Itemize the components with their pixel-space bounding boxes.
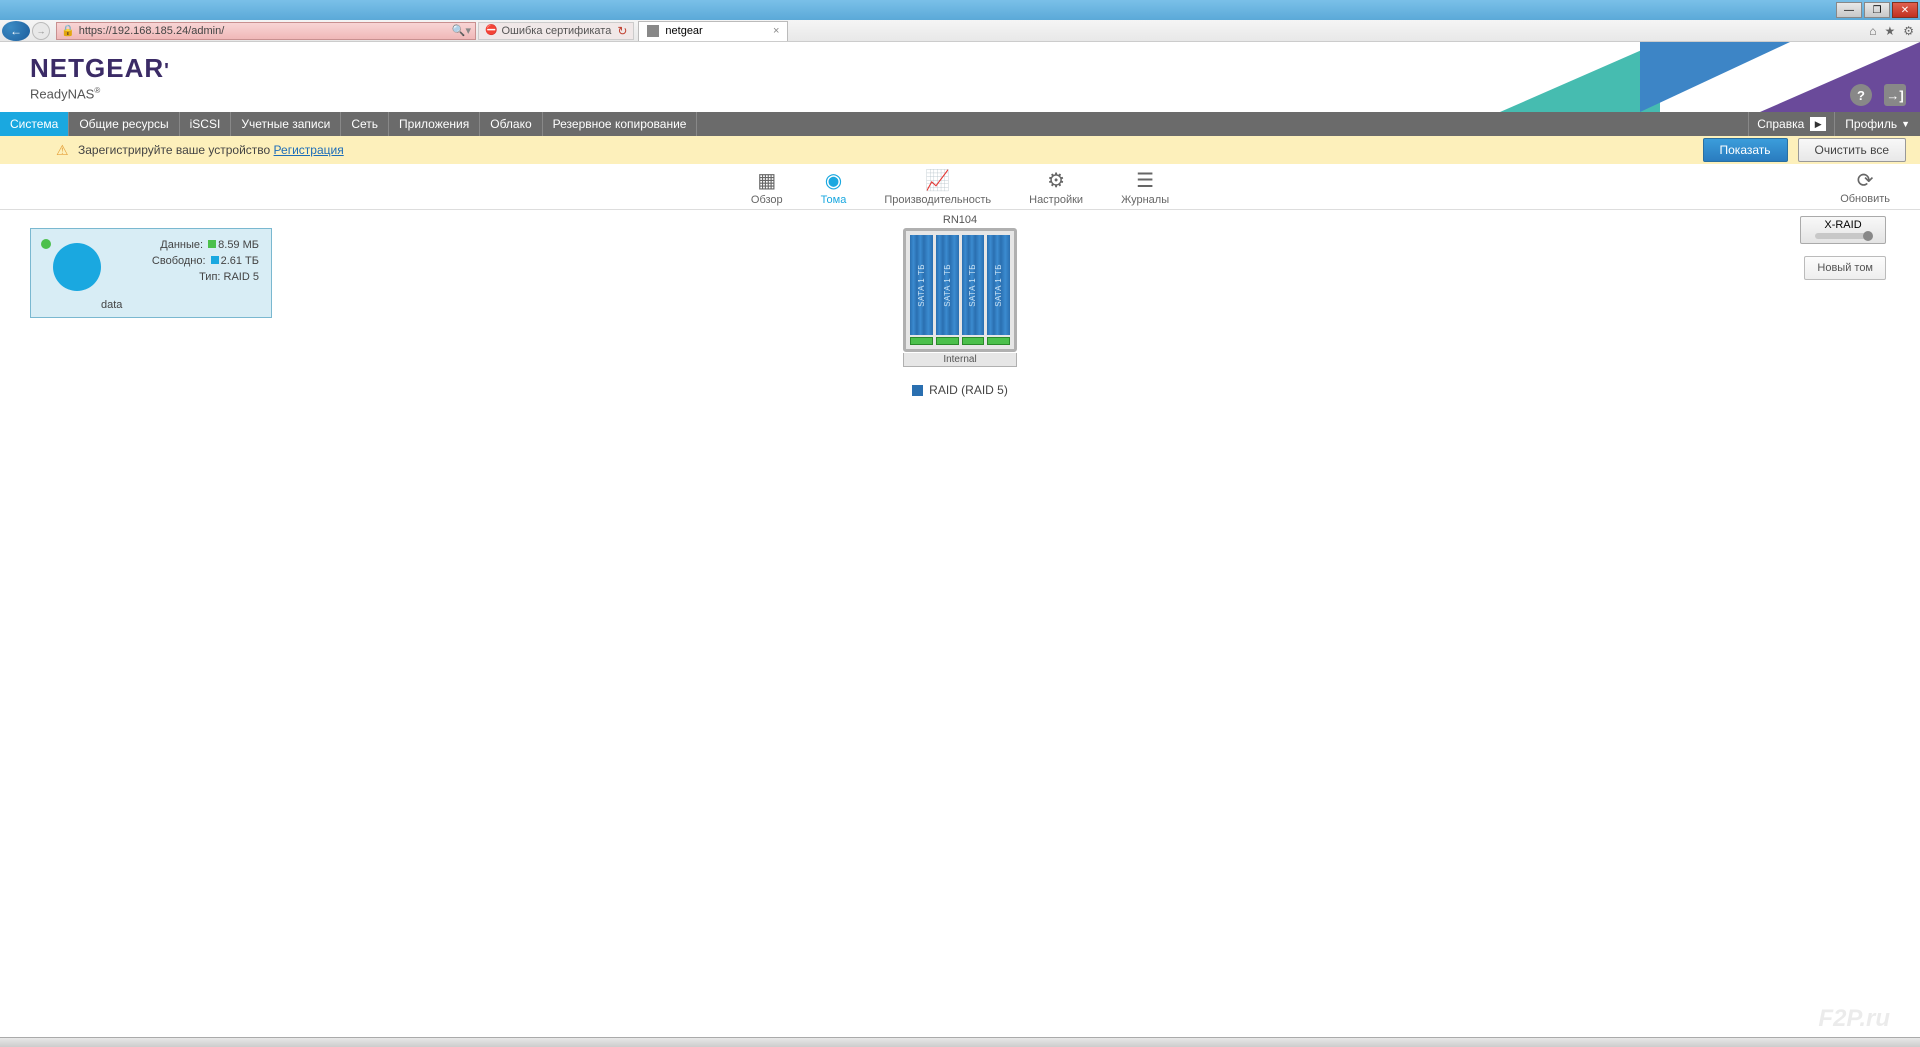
show-button[interactable]: Показать — [1703, 138, 1788, 162]
browser-address-bar[interactable]: 🔒 https://192.168.185.24/admin/ 🔍▾ — [56, 22, 476, 40]
browser-right-icons: ⌂ ★ ⚙ — [1869, 24, 1920, 38]
nav-iscsi[interactable]: iSCSI — [180, 112, 232, 136]
window-minimize-button[interactable]: — — [1836, 2, 1862, 18]
xraid-toggle[interactable]: X-RAID — [1800, 216, 1886, 244]
nav-shares[interactable]: Общие ресурсы — [69, 112, 179, 136]
favorites-icon[interactable]: ★ — [1884, 24, 1895, 38]
header-icons: ? →] — [1850, 84, 1906, 106]
subnav-settings[interactable]: ⚙ Настройки — [1025, 166, 1087, 208]
subnav-performance[interactable]: 📈 Производительность — [880, 166, 995, 208]
notice-bar: ⚠ Зарегистрируйте ваше устройство Регист… — [0, 136, 1920, 164]
device-enclosure: SATA 1 ТБ SATA 1 ТБ SATA 1 ТБ SATA 1 ТБ — [903, 228, 1017, 352]
overview-icon: ▦ — [757, 168, 776, 193]
app-header: NETGEAR' ReadyNAS® ? →] — [0, 42, 1920, 112]
register-link[interactable]: Регистрация — [274, 143, 344, 157]
nav-cloud[interactable]: Облако — [480, 112, 542, 136]
subnav-overview[interactable]: ▦ Обзор — [747, 166, 787, 208]
main-nav: Система Общие ресурсы iSCSI Учетные запи… — [0, 112, 1920, 136]
volume-name: data — [101, 299, 122, 311]
browser-toolbar: ← → 🔒 https://192.168.185.24/admin/ 🔍▾ ⛔… — [0, 20, 1920, 42]
nav-profile[interactable]: Профиль▼ — [1834, 112, 1920, 136]
subnav-refresh[interactable]: ⟳ Обновить — [1840, 168, 1890, 205]
browser-tab[interactable]: netgear × — [638, 21, 788, 41]
brand-logo: NETGEAR' — [30, 53, 170, 84]
refresh-icon: ⟳ — [1857, 168, 1874, 193]
volume-card[interactable]: Данные: 8.59 МБ Свободно: 2.61 ТБ Тип: R… — [30, 228, 272, 318]
cert-error-text: Ошибка сертификата — [501, 25, 611, 37]
performance-icon: 📈 — [925, 168, 950, 193]
drive-slot-1[interactable]: SATA 1 ТБ — [910, 235, 933, 345]
certificate-error-badge[interactable]: ⛔ Ошибка сертификата ↻ — [478, 22, 634, 40]
nav-accounts[interactable]: Учетные записи — [231, 112, 341, 136]
nav-apps[interactable]: Приложения — [389, 112, 480, 136]
browser-forward-button[interactable]: → — [32, 22, 50, 40]
nav-backup[interactable]: Резервное копирование — [543, 112, 698, 136]
logout-icon[interactable]: →] — [1884, 84, 1906, 106]
nav-help[interactable]: Справка▶ — [1748, 112, 1834, 136]
drive-slot-4[interactable]: SATA 1 ТБ — [987, 235, 1010, 345]
notice-text: Зарегистрируйте ваше устройство Регистра… — [78, 143, 344, 157]
url-text: https://192.168.185.24/admin/ — [79, 25, 225, 37]
home-icon[interactable]: ⌂ — [1869, 24, 1876, 38]
tab-title: netgear — [665, 25, 702, 37]
raid-legend: RAID (RAID 5) — [912, 383, 1008, 397]
caret-down-icon: ▼ — [1901, 119, 1910, 129]
tab-favicon — [647, 25, 659, 37]
lock-icon: 🔒 — [61, 24, 75, 37]
warning-icon: ⚠ — [56, 142, 69, 159]
refresh-icon[interactable]: ↻ — [617, 24, 627, 38]
window-titlebar: — ❐ ✕ — [0, 0, 1920, 20]
nav-system[interactable]: Система — [0, 112, 69, 136]
content-area: Данные: 8.59 МБ Свободно: 2.61 ТБ Тип: R… — [0, 210, 1920, 336]
taskbar — [0, 1037, 1920, 1047]
nav-network[interactable]: Сеть — [341, 112, 389, 136]
help-icon[interactable]: ? — [1850, 84, 1872, 106]
drive-slot-3[interactable]: SATA 1 ТБ — [962, 235, 985, 345]
tab-close-icon[interactable]: × — [773, 25, 779, 37]
subnav-logs[interactable]: ☰ Журналы — [1117, 166, 1173, 208]
subnav-volumes[interactable]: ◉ Тома — [817, 166, 851, 208]
window-maximize-button[interactable]: ❐ — [1864, 2, 1890, 18]
new-volume-button[interactable]: Новый том — [1804, 256, 1886, 280]
device-block: RN104 SATA 1 ТБ SATA 1 ТБ SATA 1 ТБ SATA… — [903, 214, 1017, 397]
window-close-button[interactable]: ✕ — [1892, 2, 1918, 18]
clear-all-button[interactable]: Очистить все — [1798, 138, 1906, 162]
raid-color-swatch — [912, 385, 923, 396]
search-icon: 🔍▾ — [452, 24, 471, 37]
tools-icon[interactable]: ⚙ — [1903, 24, 1914, 38]
device-model: RN104 — [943, 214, 977, 226]
pie-chart-icon — [53, 243, 101, 291]
shield-error-icon: ⛔ — [485, 25, 497, 36]
right-actions: X-RAID Новый том — [1800, 216, 1886, 280]
sub-toolbar: ▦ Обзор ◉ Тома 📈 Производительность ⚙ На… — [0, 164, 1920, 210]
volumes-icon: ◉ — [825, 168, 842, 193]
status-dot-icon — [41, 239, 51, 249]
logs-icon: ☰ — [1136, 168, 1154, 193]
watermark: F2P.ru — [1818, 1005, 1890, 1033]
brand-subtitle: ReadyNAS® — [30, 86, 170, 101]
brand-block: NETGEAR' ReadyNAS® — [30, 53, 170, 101]
play-icon: ▶ — [1810, 117, 1826, 131]
device-location: Internal — [903, 353, 1017, 367]
drive-slot-2[interactable]: SATA 1 ТБ — [936, 235, 959, 345]
browser-back-button[interactable]: ← — [2, 21, 30, 41]
volume-info: Данные: 8.59 МБ Свободно: 2.61 ТБ Тип: R… — [101, 237, 263, 309]
gear-icon: ⚙ — [1047, 168, 1065, 193]
